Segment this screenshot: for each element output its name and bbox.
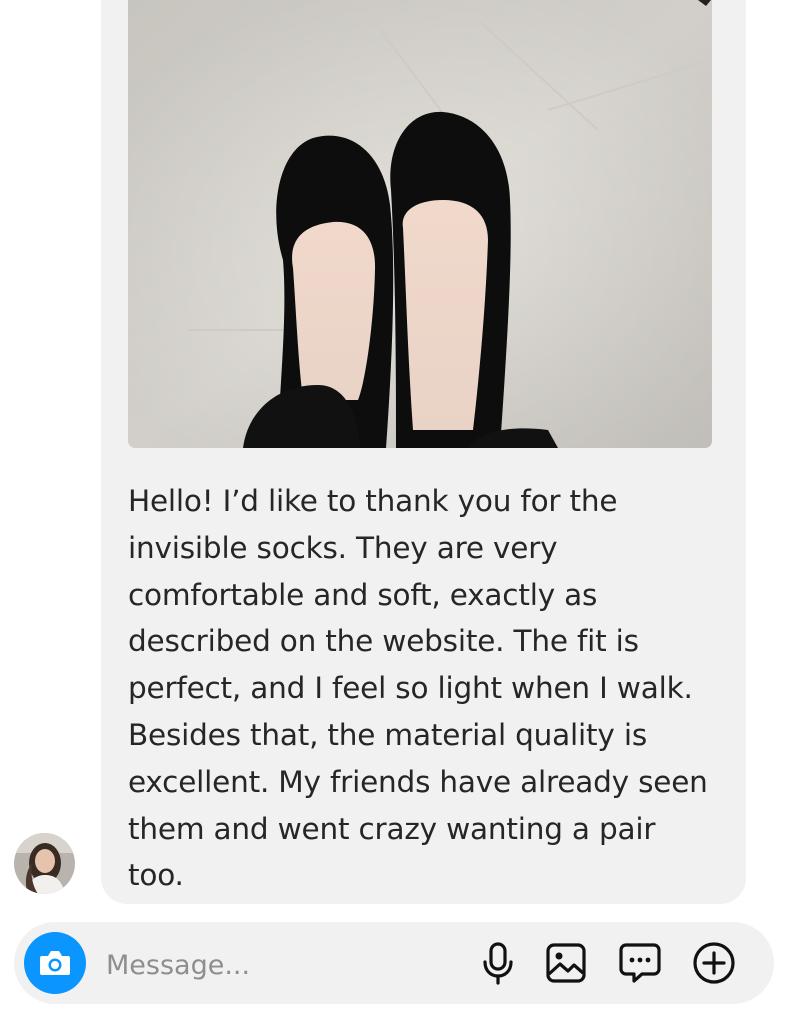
sender-avatar[interactable] [14,833,75,894]
shoes-photo-image [128,0,712,448]
gallery-button[interactable] [544,940,588,986]
message-text: Hello! I’d like to thank you for the inv… [128,484,708,893]
plus-icon [693,942,735,984]
microphone-button[interactable] [476,940,520,986]
message-input[interactable] [104,944,408,986]
add-button[interactable] [692,940,736,986]
gallery-icon [546,943,586,983]
microphone-icon [483,942,513,985]
message-photo[interactable] [128,0,712,448]
sticker-button[interactable] [618,940,662,986]
camera-button[interactable] [24,932,86,994]
avatar-image [14,833,75,894]
sticker-icon [619,943,661,983]
camera-icon [40,951,70,975]
